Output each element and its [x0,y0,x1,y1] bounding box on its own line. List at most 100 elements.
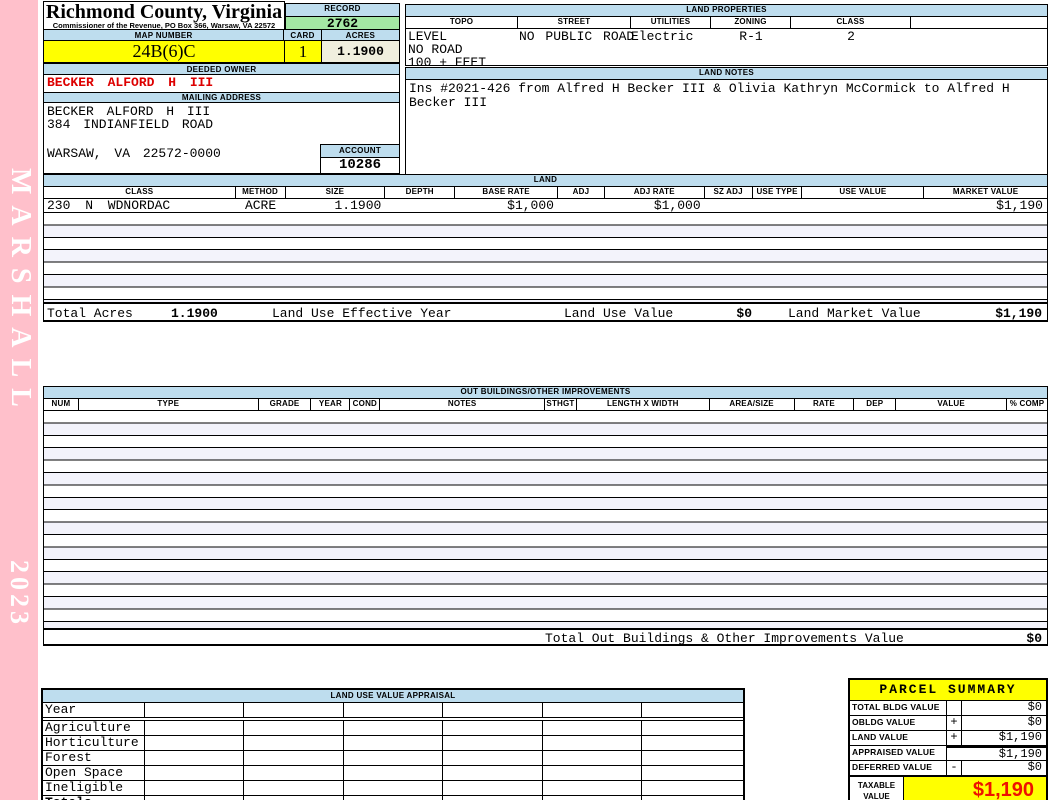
ps-row-deferred: DEFERRED VALUE - $0 [850,761,1046,776]
empty-cell [145,736,245,750]
land-properties-header-row: TOPO STREET UTILITIES ZONING CLASS [406,17,1047,29]
empty-cell [344,796,444,800]
land-use-appraisal-section: LAND USE VALUE APPRAISAL Year Agricultur… [41,688,745,800]
ps-label-land-value: LAND VALUE [850,731,947,745]
mailing-line-3: WARSAW, VA 22572-0000 [47,146,221,161]
ps-row-land-value: LAND VALUE + $1,190 [850,731,1046,746]
sidebar: MARSHALL 2023 [0,0,38,800]
sidebar-year: 2023 [5,560,34,628]
parcel-summary: PARCEL SUMMARY TOTAL BLDG VALUE $0 OBLDG… [848,678,1048,800]
empty-cell [543,751,643,765]
out-buildings-empty-rows [43,411,1048,632]
land-col-depth: DEPTH [385,187,456,198]
ps-row-total-bldg: TOTAL BLDG VALUE $0 [850,701,1046,716]
ob-col-cond: COND [350,399,381,410]
zoning-value: R-1 [739,29,763,44]
mailing-address-label: MAILING ADDRESS [43,92,400,103]
empty-cell [145,703,245,717]
out-buildings-title: OUT BUILDINGS/OTHER IMPROVEMENTS [43,386,1048,399]
parcel-summary-title: PARCEL SUMMARY [850,680,1046,701]
land-base-rate-value: $1,000 [507,199,554,212]
empty-cell [344,703,444,717]
total-acres-value: 1.1900 [171,306,218,321]
empty-cell [642,703,743,717]
land-col-adj-rate: ADJ RATE [605,187,705,198]
col-spacer [911,17,1047,28]
map-number-value: 24B(6)C [43,41,285,63]
land-use-appraisal-title: LAND USE VALUE APPRAISAL [41,688,745,703]
out-buildings-total-label: Total Out Buildings & Other Improvements… [545,631,904,646]
land-col-use-type: USE TYPE [753,187,803,198]
empty-cell [244,703,344,717]
empty-cell [244,751,344,765]
land-notes-section: LAND NOTES Ins #2021-426 from Alfred H B… [405,67,1048,176]
mailing-address-block: BECKER ALFORD H III 384 INDIANFIELD ROAD… [43,103,400,174]
land-totals-row: Total Acres 1.1900 Land Use Effective Ye… [43,302,1048,322]
street-value: NO PUBLIC ROAD [519,29,635,44]
land-adj-rate-value: $1,000 [653,199,701,212]
account-value: 10286 [321,158,399,173]
col-class: CLASS [791,17,911,28]
ps-row-obldg: OBLDG VALUE + $0 [850,716,1046,731]
ps-label-obldg: OBLDG VALUE [850,716,947,730]
ps-value-appraised: $1,190 [947,746,1046,761]
ps-value-obldg: $0 [1027,715,1042,729]
lua-row-horticulture: Horticulture [41,736,745,751]
land-col-size: SIZE [286,187,386,198]
empty-cell [244,766,344,780]
ob-col-notes: NOTES [380,399,545,410]
empty-cell [543,703,643,717]
empty-cell [344,751,444,765]
ob-col-type: TYPE [79,399,259,410]
empty-cell [543,766,643,780]
lua-label-year: Year [43,703,145,717]
land-data-row: 230 N WDNORDAC ACRE 1.1900 $1,000 $1,000… [43,199,1048,213]
land-size-value: 1.1900 [334,199,382,212]
lua-row-totals: Totals [41,796,745,800]
empty-cell [642,781,743,795]
land-col-base-rate: BASE RATE [455,187,558,198]
empty-cell [145,721,245,735]
ps-value-land-value: $1,190 [998,730,1042,744]
empty-cell [145,781,245,795]
empty-cell [344,721,444,735]
ob-col-dep: DEP [854,399,897,410]
empty-cell [443,796,543,800]
empty-cell [642,721,743,735]
lua-row-open-space: Open Space [41,766,745,781]
empty-cell [642,766,743,780]
ob-col-area-size: AREA/SIZE [710,399,795,410]
acres-value: 1.1900 [322,41,400,63]
land-section: LAND CLASS METHOD SIZE DEPTH BASE RATE A… [43,174,1048,307]
col-utilities: UTILITIES [631,17,711,28]
land-use-value-total: $0 [736,306,752,321]
empty-cell [244,736,344,750]
col-street: STREET [518,17,631,28]
empty-cell [443,703,543,717]
land-method-value: ACRE [244,199,277,212]
county-title: Richmond County, Virginia [45,1,283,23]
land-col-market-value: MARKET VALUE [952,187,1019,196]
ps-row-appraised: APPRAISED VALUE $1,190 [850,746,1046,761]
land-market-value-value: $1,190 [996,199,1043,212]
lua-row-agriculture: Agriculture [41,720,745,736]
land-properties-title: LAND PROPERTIES [406,5,1047,17]
account-block: ACCOUNT 10286 [320,144,399,173]
land-use-value-label: Land Use Value [564,306,674,321]
empty-cell [344,736,444,750]
lua-label-open-space: Open Space [43,766,145,780]
empty-cell [244,781,344,795]
empty-cell [145,796,245,800]
ps-op-land-value: + [947,731,962,745]
empty-cell [145,766,245,780]
lua-label-ineligible: Ineligible [43,781,145,795]
ob-col-pct-comp: % COMP [1009,399,1045,408]
land-col-adj: ADJ [558,187,605,198]
ps-label-appraised: APPRAISED VALUE [850,746,947,760]
ps-row-taxable: TAXABLE VALUE $1,190 [850,776,1046,800]
land-properties-section: LAND PROPERTIES TOPO STREET UTILITIES ZO… [405,4,1048,69]
land-properties-values: LEVEL NO PUBLIC ROAD Electric R-1 2 NO R… [406,29,1047,69]
land-market-value-total: $1,190 [995,306,1042,321]
empty-cell [244,796,344,800]
out-buildings-total-row: Total Out Buildings & Other Improvements… [43,628,1048,646]
